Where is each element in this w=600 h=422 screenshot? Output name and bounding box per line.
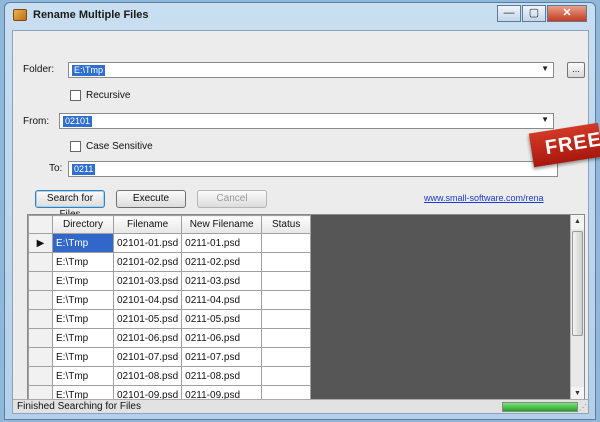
main-window: Rename Multiple Files — ▢ ✕ Folder: E:\T… — [4, 2, 596, 420]
cell-directory[interactable]: E:\Tmp — [52, 290, 114, 310]
cell-status[interactable] — [261, 233, 312, 253]
cell-filename[interactable]: 02101-08.psd — [112, 366, 183, 386]
table-row[interactable]: ▶ E:\Tmp 02101-01.psd 0211-01.psd — [28, 233, 312, 253]
search-for-files-button[interactable]: Search for Files — [35, 190, 105, 220]
window-title: Rename Multiple Files — [33, 9, 149, 21]
cell-filename[interactable]: 02101-02.psd — [112, 252, 183, 272]
scroll-up-icon[interactable]: ▲ — [571, 215, 584, 229]
chevron-down-icon: ▼ — [541, 64, 549, 73]
cell-status[interactable] — [261, 290, 312, 310]
cell-filename[interactable]: 02101-06.psd — [112, 328, 183, 348]
browse-button[interactable]: ... — [567, 62, 585, 78]
table-row[interactable]: E:\Tmp 02101-02.psd 0211-02.psd — [28, 252, 312, 272]
table-row[interactable]: E:\Tmp 02101-07.psd 0211-07.psd — [28, 347, 312, 367]
cell-new-filename[interactable]: 0211-05.psd — [181, 309, 263, 329]
case-sensitive-checkbox[interactable]: Case Sensitive — [70, 141, 153, 152]
resize-grip-icon[interactable]: ⋰ — [579, 403, 587, 412]
chevron-down-icon: ▼ — [541, 115, 549, 124]
maximize-button[interactable]: ▢ — [522, 5, 546, 22]
cell-status[interactable] — [261, 347, 312, 367]
table-row[interactable]: E:\Tmp 02101-05.psd 0211-05.psd — [28, 309, 312, 329]
cell-directory[interactable]: E:\Tmp — [52, 366, 114, 386]
cell-filename[interactable]: 02101-03.psd — [112, 271, 183, 291]
cell-new-filename[interactable]: 0211-08.psd — [181, 366, 263, 386]
cell-new-filename[interactable]: 0211-06.psd — [181, 328, 263, 348]
client-area: Folder: E:\Tmp ▼ ... Recursive From: 021… — [12, 30, 589, 414]
table-row[interactable]: E:\Tmp 02101-04.psd 0211-04.psd — [28, 290, 312, 310]
case-sensitive-label: Case Sensitive — [86, 141, 153, 152]
cell-status[interactable] — [261, 328, 312, 348]
folder-label: Folder: — [23, 64, 55, 75]
table-row[interactable]: E:\Tmp 02101-06.psd 0211-06.psd — [28, 328, 312, 348]
progress-bar — [502, 402, 578, 412]
cell-status[interactable] — [261, 366, 312, 386]
title-bar[interactable]: Rename Multiple Files — ▢ ✕ — [5, 3, 595, 29]
to-value: 0211 — [72, 164, 96, 175]
cell-directory[interactable]: E:\Tmp — [52, 347, 114, 367]
checkbox-box[interactable] — [70, 90, 81, 101]
row-header[interactable] — [28, 347, 53, 367]
current-row-icon[interactable]: ▶ — [28, 233, 53, 253]
files-grid[interactable]: Directory Filename New Filename Status ▶… — [27, 214, 585, 402]
close-button[interactable]: ✕ — [547, 5, 587, 22]
row-header[interactable] — [28, 366, 53, 386]
to-label: To: — [49, 163, 63, 174]
from-value: 02101 — [63, 116, 93, 127]
cell-filename[interactable]: 02101-05.psd — [112, 309, 183, 329]
recursive-label: Recursive — [86, 90, 131, 101]
from-combo[interactable]: 02101 ▼ — [59, 113, 554, 129]
files-table: Directory Filename New Filename Status ▶… — [28, 215, 312, 401]
from-label: From: — [23, 116, 50, 127]
to-input[interactable]: 0211 — [68, 161, 558, 177]
column-header-directory[interactable]: Directory — [52, 215, 114, 234]
row-header[interactable] — [28, 328, 53, 348]
recursive-checkbox[interactable]: Recursive — [70, 90, 130, 101]
cell-status[interactable] — [261, 309, 312, 329]
row-header[interactable] — [28, 290, 53, 310]
cell-filename[interactable]: 02101-01.psd — [112, 233, 183, 253]
status-message: Finished Searching for Files — [17, 401, 141, 412]
cell-new-filename[interactable]: 0211-03.psd — [181, 271, 263, 291]
cell-filename[interactable]: 02101-04.psd — [112, 290, 183, 310]
cell-directory[interactable]: E:\Tmp — [52, 233, 114, 253]
website-link[interactable]: www.small-software.com/rena — [424, 193, 544, 203]
folder-combo[interactable]: E:\Tmp ▼ — [68, 62, 554, 78]
column-header-filename[interactable]: Filename — [112, 215, 183, 234]
row-header-corner — [28, 215, 53, 234]
cell-new-filename[interactable]: 0211-04.psd — [181, 290, 263, 310]
progress-fill — [503, 403, 577, 411]
cell-status[interactable] — [261, 271, 312, 291]
cell-directory[interactable]: E:\Tmp — [52, 271, 114, 291]
cell-directory[interactable]: E:\Tmp — [52, 252, 114, 272]
cell-directory[interactable]: E:\Tmp — [52, 309, 114, 329]
row-header[interactable] — [28, 309, 53, 329]
row-header[interactable] — [28, 271, 53, 291]
table-row[interactable]: E:\Tmp 02101-08.psd 0211-08.psd — [28, 366, 312, 386]
cell-filename[interactable]: 02101-07.psd — [112, 347, 183, 367]
app-icon — [13, 9, 27, 21]
execute-button[interactable]: Execute — [116, 190, 186, 208]
folder-value: E:\Tmp — [72, 65, 106, 76]
table-row[interactable]: E:\Tmp 02101-03.psd 0211-03.psd — [28, 271, 312, 291]
checkbox-box[interactable] — [70, 141, 81, 152]
minimize-button[interactable]: — — [497, 5, 521, 22]
cancel-button: Cancel — [197, 190, 267, 208]
column-header-new-filename[interactable]: New Filename — [181, 215, 263, 234]
status-bar: Finished Searching for Files ⋰ — [13, 399, 588, 413]
window-controls: — ▢ ✕ — [496, 5, 587, 22]
scrollbar-thumb[interactable] — [572, 231, 583, 336]
cell-status[interactable] — [261, 252, 312, 272]
cell-directory[interactable]: E:\Tmp — [52, 328, 114, 348]
vertical-scrollbar[interactable]: ▲ ▼ — [570, 215, 584, 401]
cell-new-filename[interactable]: 0211-01.psd — [181, 233, 263, 253]
cell-new-filename[interactable]: 0211-02.psd — [181, 252, 263, 272]
row-header[interactable] — [28, 252, 53, 272]
cell-new-filename[interactable]: 0211-07.psd — [181, 347, 263, 367]
column-header-status[interactable]: Status — [261, 215, 312, 234]
table-header-row: Directory Filename New Filename Status — [28, 215, 312, 234]
